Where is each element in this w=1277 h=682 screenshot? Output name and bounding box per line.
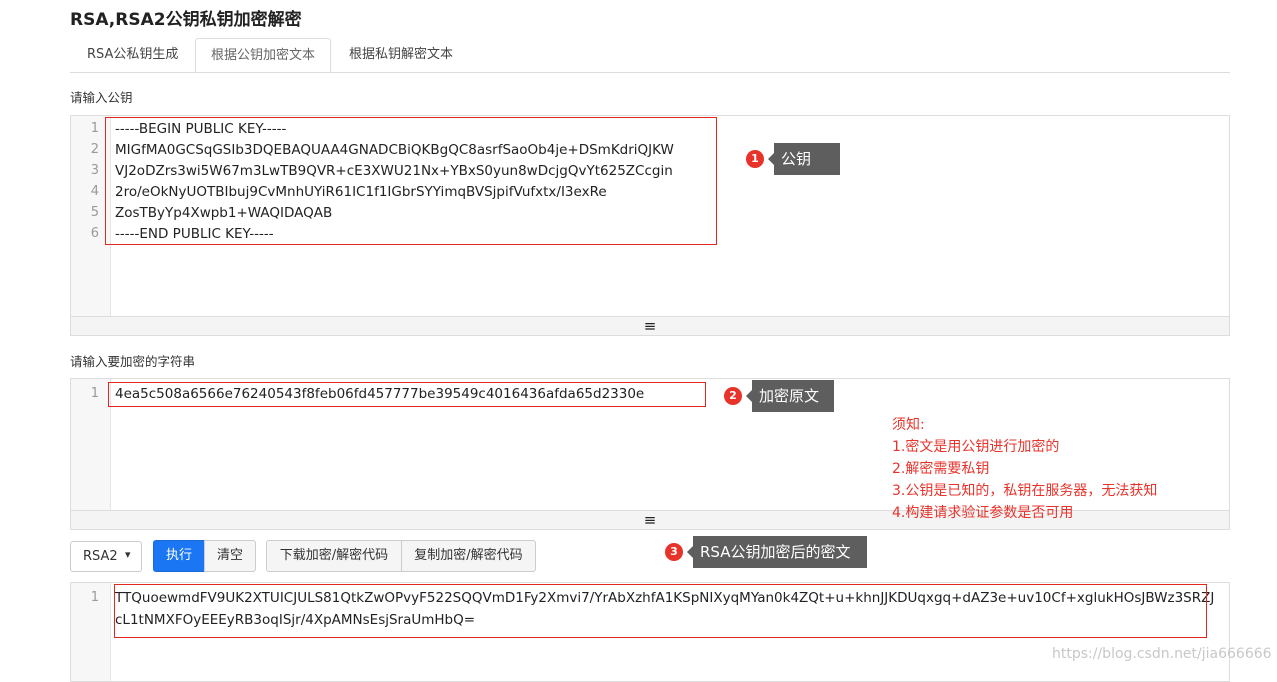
- download-code-button[interactable]: 下载加密/解密代码: [266, 540, 402, 572]
- line-number: 1: [90, 386, 99, 401]
- annotation-badge-2: 2: [724, 387, 742, 405]
- note-item: 2.解密需要私钥: [892, 461, 990, 477]
- execute-button[interactable]: 执行: [153, 540, 205, 572]
- tab-key-generation[interactable]: RSA公私钥生成: [72, 38, 193, 73]
- line-number: 1: [90, 590, 99, 605]
- plaintext-label: 请输入要加密的字符串: [70, 354, 196, 369]
- tab-private-key-decrypt[interactable]: 根据私钥解密文本: [334, 38, 468, 73]
- algorithm-select-value: RSA2: [83, 549, 118, 564]
- line-number: 1: [90, 121, 99, 136]
- annotation-label-plaintext: 加密原文: [746, 380, 834, 412]
- line-gutter: 1: [71, 583, 111, 681]
- algorithm-select[interactable]: RSA2 ▾: [70, 541, 142, 572]
- chevron-down-icon: ▾: [125, 548, 131, 561]
- note-item: 4.构建请求验证参数是否可用: [892, 505, 1074, 521]
- public-key-resize-handle[interactable]: ≡: [70, 316, 1230, 336]
- line-gutter: 1: [71, 379, 111, 510]
- note-item: 3.公钥是已知的，私钥在服务器，无法获知: [892, 483, 1158, 499]
- tabs-divider: [70, 72, 1230, 73]
- copy-code-button[interactable]: 复制加密/解密代码: [401, 540, 536, 572]
- public-key-label: 请输入公钥: [70, 90, 133, 105]
- line-number: 2: [90, 142, 99, 157]
- annotation-label-ciphertext: RSA公钥加密后的密文: [687, 536, 867, 568]
- page-title: RSA,RSA2公钥私钥加密解密: [70, 10, 302, 30]
- line-number: 6: [90, 226, 99, 241]
- line-number: 4: [90, 184, 99, 199]
- annotation-badge-3: 3: [665, 543, 683, 561]
- clear-button[interactable]: 清空: [204, 540, 256, 572]
- line-number: 3: [90, 163, 99, 178]
- ciphertext-highlight: [114, 584, 1207, 638]
- annotation-badge-1: 1: [746, 150, 764, 168]
- tab-public-key-encrypt[interactable]: 根据公钥加密文本: [195, 38, 332, 73]
- annotation-label-public-key: 公钥: [768, 143, 840, 175]
- plaintext-highlight: [108, 382, 706, 407]
- line-number: 5: [90, 205, 99, 220]
- notes-block: 须知: 1.密文是用公钥进行加密的 2.解密需要私钥 3.公钥是已知的，私钥在服…: [892, 414, 1157, 524]
- note-item: 1.密文是用公钥进行加密的: [892, 439, 1060, 455]
- public-key-highlight: [105, 117, 717, 245]
- watermark-text: https://blog.csdn.net/jia666666: [1052, 646, 1272, 662]
- notes-title: 须知:: [892, 417, 925, 433]
